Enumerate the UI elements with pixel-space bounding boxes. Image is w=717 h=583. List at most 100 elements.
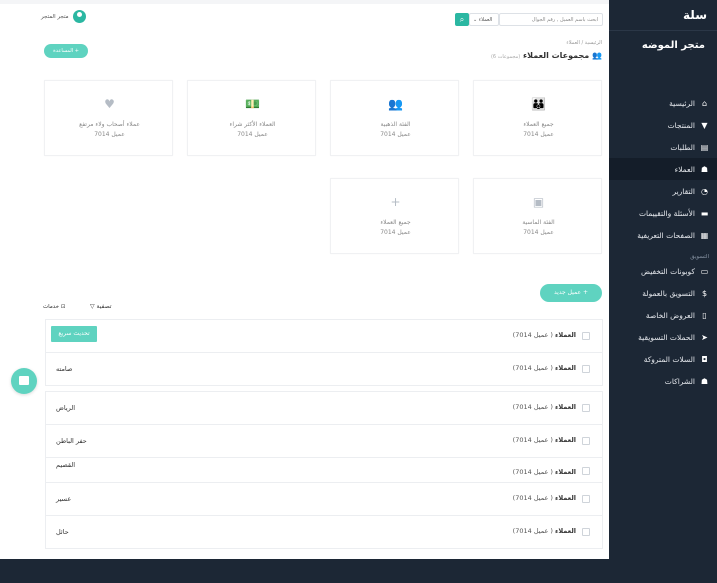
list-item[interactable]: العملاء ( عميل 7014) الرياض [45,391,603,425]
list-item[interactable]: العملاء ( عميل 7014) عسير [45,482,603,516]
sidebar-item-home[interactable]: ⌂ الرئيسية [609,92,717,114]
card-count: 7014 عميل [523,131,554,138]
sidebar-item-campaigns[interactable]: ➤ الحملات التسويقية [609,326,717,348]
sidebar-item-orders[interactable]: ▤ الطلبات [609,136,717,158]
sidebar-item-partners[interactable]: ☗ الشراكات [609,370,717,392]
row-label: العملاء ( عميل 7014) [513,468,576,476]
row-count: ( عميل 7014) [512,436,553,444]
sidebar-item-label: الأسئلة والتقييمات [638,208,695,218]
group-card-top-buyers[interactable]: 💵 العملاء الأكثر شراء 7014 عميل [187,80,316,156]
coupon-icon: ▭ [700,266,709,276]
people-icon: 👥 [388,97,403,111]
group-card-add[interactable]: + جميع العملاء 7014 عميل [330,178,459,254]
search-icon: ⌕ [459,15,465,24]
sidebar-item-label: الصفحات التعريفية [637,230,695,240]
chat-icon: ▬ [700,208,709,218]
row-group-label: العملاء [555,403,576,411]
new-customer-button[interactable]: عميل جديد + [540,284,602,302]
group-icon: 👪 [531,97,546,111]
top-header: متجر المتجر ⌕ ⌄ العملاء ابحث باسم العميل… [30,4,608,28]
sidebar-item-affiliate[interactable]: $ التسويق بالعمولة [609,282,717,304]
services-icon: ⊡ [60,304,66,310]
row-checkbox[interactable] [582,437,590,445]
row-label: العملاء ( عميل 7014) [513,436,576,444]
sidebar-item-products[interactable]: ▼ المنتجات [609,114,717,136]
chat-float-button[interactable] [11,368,37,394]
sidebar-item-reviews[interactable]: ▬ الأسئلة والتقييمات [609,202,717,224]
sidebar-item-coupons[interactable]: ▭ كوبونات التخفيض [609,260,717,282]
diamond-icon: ▣ [532,195,545,209]
brand-logo[interactable]: سلة [683,8,707,22]
footer-bar [0,570,717,583]
sidebar-item-reports[interactable]: ◔ التقارير [609,180,717,202]
row-label: العملاء ( عميل 7014) [513,527,576,535]
list-item[interactable]: العملاء ( عميل 7014) تحديث سريع [45,319,603,353]
money-icon: 💵 [245,97,260,111]
page-subtitle: (مجموعات 6) [490,54,521,60]
row-checkbox[interactable] [582,528,590,536]
group-card-diamond[interactable]: ▣ الفئة الماسية 7014 عميل [473,178,602,254]
sidebar-item-label: التسويق بالعمولة [642,288,695,298]
sidebar-section-marketing: التسويق [690,254,709,260]
filter-button[interactable]: ▽ تصفية [90,303,111,310]
chat-icon [19,376,29,385]
cart-icon: ◘ [701,354,708,364]
row-group-label: العملاء [555,494,576,502]
services-label: خدمات [43,304,60,310]
row-checkbox[interactable] [582,467,590,475]
pie-chart-icon: ◔ [701,186,708,196]
sidebar-nav: ⌂ الرئيسية ▼ المنتجات ▤ الطلبات ☗ العملاء ◔ ا… [609,92,717,392]
sidebar: سلة متجر الموضه ⌂ الرئيسية ▼ المنتجات ▤ الط… [609,0,717,570]
card-title: جميع العملاء [380,219,411,226]
list-item[interactable]: العملاء ( عميل 7014) حفر الباطن [45,424,603,458]
row-checkbox[interactable] [582,495,590,503]
plus-icon: + [390,195,401,209]
breadcrumb[interactable]: الرئيسية / العملاء [566,40,602,46]
sidebar-item-offers[interactable]: ▯ العروض الخاصة [609,304,717,326]
group-card-gold[interactable]: 👥 الفئة الذهبية 7014 عميل [330,80,459,156]
row-checkbox[interactable] [582,404,590,412]
help-button[interactable]: المساعدة + [44,44,88,58]
search-input[interactable]: ابحث باسم العميل , رقم الجوال [499,13,603,26]
users-icon: 👥 [592,51,602,60]
card-title: الفئة الذهبية [380,121,411,128]
group-card-loyal[interactable]: ♥ عملاء أصحاب ولاء مرتفع 7014 عميل [44,80,173,156]
sidebar-item-label: الحملات التسويقية [638,332,695,342]
heart-pulse-icon: ♥ [104,97,115,111]
filter-label: تصفية [96,303,112,310]
list-item[interactable]: العملاء ( عميل 7014) حائل [45,515,603,549]
sidebar-item-abandoned-carts[interactable]: ◘ السلات المتروكة [609,348,717,370]
sidebar-item-customers[interactable]: ☗ العملاء [609,158,717,180]
sidebar-item-label: السلات المتروكة [643,354,695,364]
row-checkbox[interactable] [582,365,590,373]
store-name[interactable]: متجر الموضه [642,40,705,51]
quick-update-button[interactable]: تحديث سريع [51,326,97,342]
gift-icon: ▯ [702,310,707,320]
row-count: ( عميل 7014) [512,527,553,535]
sidebar-item-pages[interactable]: ▦ الصفحات التعريفية [609,224,717,246]
list-item[interactable]: العملاء ( عميل 7014) القصيم [45,457,603,483]
search-type-select[interactable]: ⌄ العملاء [469,13,499,26]
row-label: العملاء ( عميل 7014) [513,403,576,411]
avatar[interactable] [73,10,86,23]
card-title: جميع العملاء [523,121,554,128]
row-name: القصيم [56,461,75,469]
row-checkbox[interactable] [582,332,590,340]
card-count: 7014 عميل [237,131,268,138]
users-icon: ☗ [700,164,709,174]
sidebar-item-label: الشراكات [664,376,695,386]
list-item[interactable]: العملاء ( عميل 7014) صامته [45,352,603,386]
home-icon: ⌂ [701,98,708,108]
sidebar-item-label: الطلبات [670,142,695,152]
row-label: العملاء ( عميل 7014) [513,494,576,502]
sidebar-item-label: العملاء [674,164,695,174]
card-count: 7014 عميل [380,131,411,138]
search-button[interactable]: ⌕ [455,13,469,26]
shirt-icon: ▼ [701,120,708,130]
services-button[interactable]: خدمات ⊡ [43,304,65,310]
row-name: حائل [56,528,69,536]
row-count: ( عميل 7014) [512,364,553,372]
store-label[interactable]: متجر المتجر [41,14,69,20]
group-card-all[interactable]: 👪 جميع العملاء 7014 عميل [473,80,602,156]
row-count: ( عميل 7014) [512,331,553,339]
